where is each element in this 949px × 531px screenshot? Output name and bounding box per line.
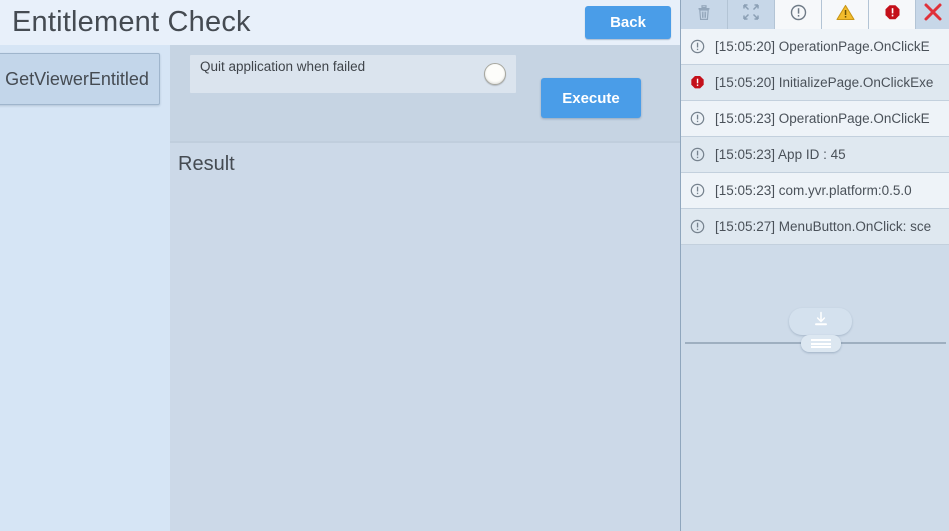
log-row[interactable]: [15:05:20] InitializePage.OnClickExe	[681, 65, 949, 101]
quit-on-fail-toggle[interactable]	[484, 63, 506, 85]
app-window: Entitlement Check Back GetViewerEntitled…	[0, 0, 949, 531]
trash-icon	[696, 4, 712, 26]
page-title: Entitlement Check	[12, 6, 251, 38]
main-content: Quit application when failed Execute Res…	[170, 45, 815, 531]
filter-info-button[interactable]	[775, 0, 822, 29]
log-row[interactable]: [15:05:23] App ID : 45	[681, 137, 949, 173]
close-log-button[interactable]	[916, 0, 949, 29]
info-icon	[687, 37, 707, 57]
info-icon	[687, 181, 707, 201]
result-body	[178, 187, 672, 523]
result-title: Result	[178, 153, 235, 175]
log-row[interactable]: [15:05:23] OperationPage.OnClickE	[681, 101, 949, 137]
sidebar-item-label: GetViewerEntitled	[5, 68, 149, 89]
log-row-text: [15:05:20] InitializePage.OnClickExe	[715, 75, 934, 90]
back-button[interactable]: Back	[585, 6, 671, 39]
option-row-quit-on-fail[interactable]: Quit application when failed	[190, 55, 516, 93]
log-row-text: [15:05:20] OperationPage.OnClickE	[715, 39, 930, 54]
warning-icon	[835, 4, 855, 26]
application-pane: Entitlement Check Back GetViewerEntitled…	[0, 0, 815, 531]
log-panel: [15:05:20] OperationPage.OnClickE [15:05:…	[680, 0, 949, 531]
error-icon	[687, 73, 707, 93]
options-panel: Quit application when failed Execute	[170, 45, 680, 141]
filter-error-button[interactable]	[869, 0, 916, 29]
log-row-text: [15:05:23] App ID : 45	[715, 147, 846, 162]
log-row[interactable]: [15:05:20] OperationPage.OnClickE	[681, 29, 949, 65]
log-list[interactable]: [15:05:20] OperationPage.OnClickE [15:05:…	[681, 29, 949, 246]
drag-handle-icon	[811, 338, 831, 350]
close-icon	[922, 1, 944, 28]
option-label: Quit application when failed	[200, 59, 366, 74]
log-row-text: [15:05:23] com.yvr.platform:0.5.0	[715, 183, 912, 198]
log-row-text: [15:05:27] MenuButton.OnClick: sce	[715, 219, 932, 234]
execute-button[interactable]: Execute	[541, 78, 641, 118]
sidebar-item-getviewerentitled[interactable]: GetViewerEntitled	[0, 53, 160, 105]
sidebar: GetViewerEntitled	[0, 45, 170, 531]
log-toolbar	[681, 0, 949, 29]
info-icon	[687, 109, 707, 129]
result-panel: Result	[170, 141, 680, 531]
info-icon	[687, 217, 707, 237]
log-row-text: [15:05:23] OperationPage.OnClickE	[715, 111, 930, 126]
collapse-icon	[743, 4, 759, 25]
page-header: Entitlement Check Back	[0, 0, 680, 45]
splitter-handle[interactable]	[801, 335, 841, 352]
log-row[interactable]: [15:05:27] MenuButton.OnClick: sce	[681, 209, 949, 245]
error-icon	[884, 4, 901, 26]
download-log-button[interactable]	[789, 308, 852, 335]
log-row[interactable]: [15:05:23] com.yvr.platform:0.5.0	[681, 173, 949, 209]
info-icon	[790, 4, 807, 26]
log-detail-area	[681, 246, 949, 531]
collapse-button[interactable]	[728, 0, 775, 29]
clear-log-button[interactable]	[681, 0, 728, 29]
info-icon	[687, 145, 707, 165]
download-icon	[813, 311, 829, 332]
filter-warning-button[interactable]	[822, 0, 869, 29]
